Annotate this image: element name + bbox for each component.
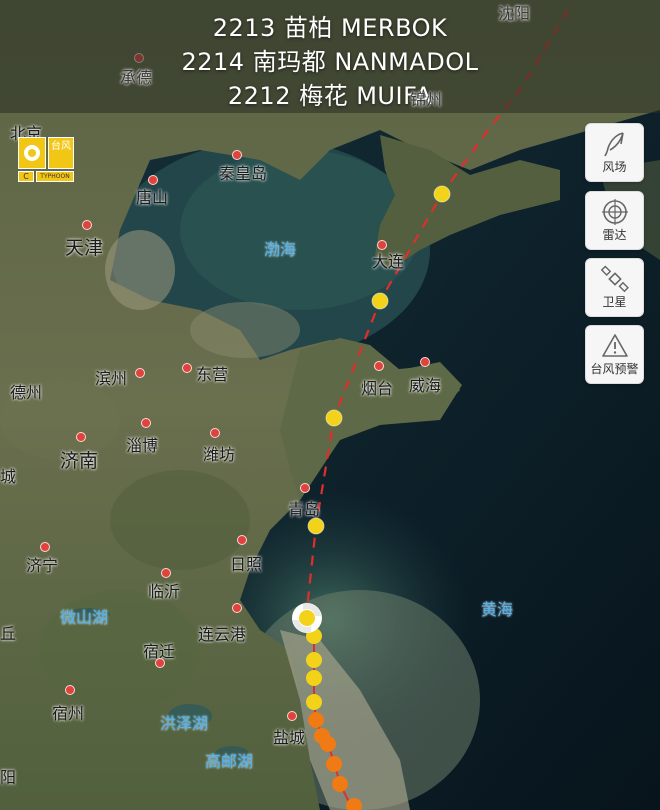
track-point bbox=[307, 517, 325, 535]
city-label: 大连 bbox=[372, 252, 405, 271]
warning-icon bbox=[602, 334, 628, 357]
typhoon-title-2: 2214 南玛都 NANMADOL bbox=[181, 48, 479, 76]
city-label: 临沂 bbox=[148, 582, 181, 601]
track-point bbox=[306, 652, 322, 668]
city-label: 盐城 bbox=[273, 728, 306, 747]
city-marker bbox=[76, 432, 86, 442]
city-label: 青岛 bbox=[288, 500, 321, 519]
city-label: 连云港 bbox=[198, 625, 247, 644]
city-marker bbox=[300, 483, 310, 493]
satellite-label: 卫星 bbox=[602, 295, 627, 309]
track-point bbox=[371, 292, 389, 310]
track-point bbox=[306, 670, 322, 686]
city-marker bbox=[210, 428, 220, 438]
track-point bbox=[306, 694, 322, 710]
lake-label: 高邮湖 bbox=[205, 752, 254, 771]
track-point bbox=[433, 185, 451, 203]
city-label: 秦皇岛 bbox=[219, 164, 268, 183]
track-point bbox=[332, 776, 348, 792]
radar-icon bbox=[602, 199, 628, 225]
city-label: 承德 bbox=[120, 68, 153, 87]
track-point bbox=[326, 756, 342, 772]
city-label: 滨州 bbox=[95, 369, 128, 388]
city-label: 沈阳 bbox=[498, 4, 531, 23]
city-label: 济南 bbox=[60, 450, 99, 472]
lake-label: 洪泽湖 bbox=[160, 714, 209, 733]
city-label: 济宁 bbox=[26, 556, 59, 575]
city-label: 唐山 bbox=[136, 188, 169, 207]
city-marker bbox=[65, 685, 75, 695]
typhoon-warning-label: 台风预警 bbox=[590, 362, 639, 376]
city-label: 威海 bbox=[409, 376, 442, 395]
track-point bbox=[325, 409, 343, 427]
track-point bbox=[308, 712, 324, 728]
city-marker bbox=[232, 150, 242, 160]
radar-label: 雷达 bbox=[602, 228, 627, 242]
satellite-button[interactable]: 卫星 bbox=[585, 258, 644, 317]
city-marker bbox=[182, 363, 192, 373]
city-marker bbox=[82, 220, 92, 230]
satellite-map[interactable] bbox=[0, 0, 660, 810]
typhoon-warning-button[interactable]: 台风预警 bbox=[585, 325, 644, 384]
lake-label: 微山湖 bbox=[60, 608, 109, 627]
typhoon-symbol-icon bbox=[292, 603, 322, 633]
typhoon-legend-sublabel: TYPHOON bbox=[36, 171, 74, 182]
city-label: 阳 bbox=[0, 768, 17, 787]
city-label: 锦州 bbox=[410, 90, 443, 109]
sea-label: 渤海 bbox=[264, 240, 297, 259]
title-bar: 2213 苗柏 MERBOK 2214 南玛都 NANMADOL 2212 梅花… bbox=[0, 0, 660, 113]
city-label: 淄博 bbox=[126, 436, 159, 455]
typhoon-legend[interactable]: 台风 C TYPHOON bbox=[18, 137, 74, 183]
typhoon-legend-icon bbox=[18, 137, 46, 169]
wind-field-label: 风场 bbox=[602, 160, 627, 174]
typhoon-legend-label: 台风 bbox=[48, 137, 74, 169]
city-marker bbox=[287, 711, 297, 721]
city-marker bbox=[141, 418, 151, 428]
city-label: 城 bbox=[0, 467, 17, 486]
wind-icon bbox=[604, 132, 624, 157]
city-label: 丘 bbox=[0, 624, 17, 643]
city-marker bbox=[40, 542, 50, 552]
typhoon-title-3: 2212 梅花 MUIFA bbox=[227, 82, 433, 110]
city-marker bbox=[420, 357, 430, 367]
sea-label: 黄海 bbox=[481, 600, 514, 619]
typhoon-legend-box: C bbox=[18, 171, 34, 182]
city-label: 宿迁 bbox=[143, 642, 176, 661]
city-label: 天津 bbox=[65, 237, 104, 259]
city-label: 德州 bbox=[10, 383, 43, 402]
city-marker bbox=[237, 535, 247, 545]
track-point bbox=[320, 736, 336, 752]
city-label: 宿州 bbox=[52, 704, 85, 723]
typhoon-title-1: 2213 苗柏 MERBOK bbox=[212, 14, 448, 42]
city-marker bbox=[135, 368, 145, 378]
city-label: 日照 bbox=[230, 555, 263, 574]
wind-field-button[interactable]: 风场 bbox=[585, 123, 644, 182]
city-label: 烟台 bbox=[361, 379, 394, 398]
city-marker bbox=[232, 603, 242, 613]
radar-button[interactable]: 雷达 bbox=[585, 191, 644, 250]
satellite-icon bbox=[601, 265, 629, 293]
city-marker bbox=[161, 568, 171, 578]
city-label: 潍坊 bbox=[203, 445, 236, 464]
city-label: 东营 bbox=[196, 365, 229, 384]
city-marker bbox=[374, 361, 384, 371]
